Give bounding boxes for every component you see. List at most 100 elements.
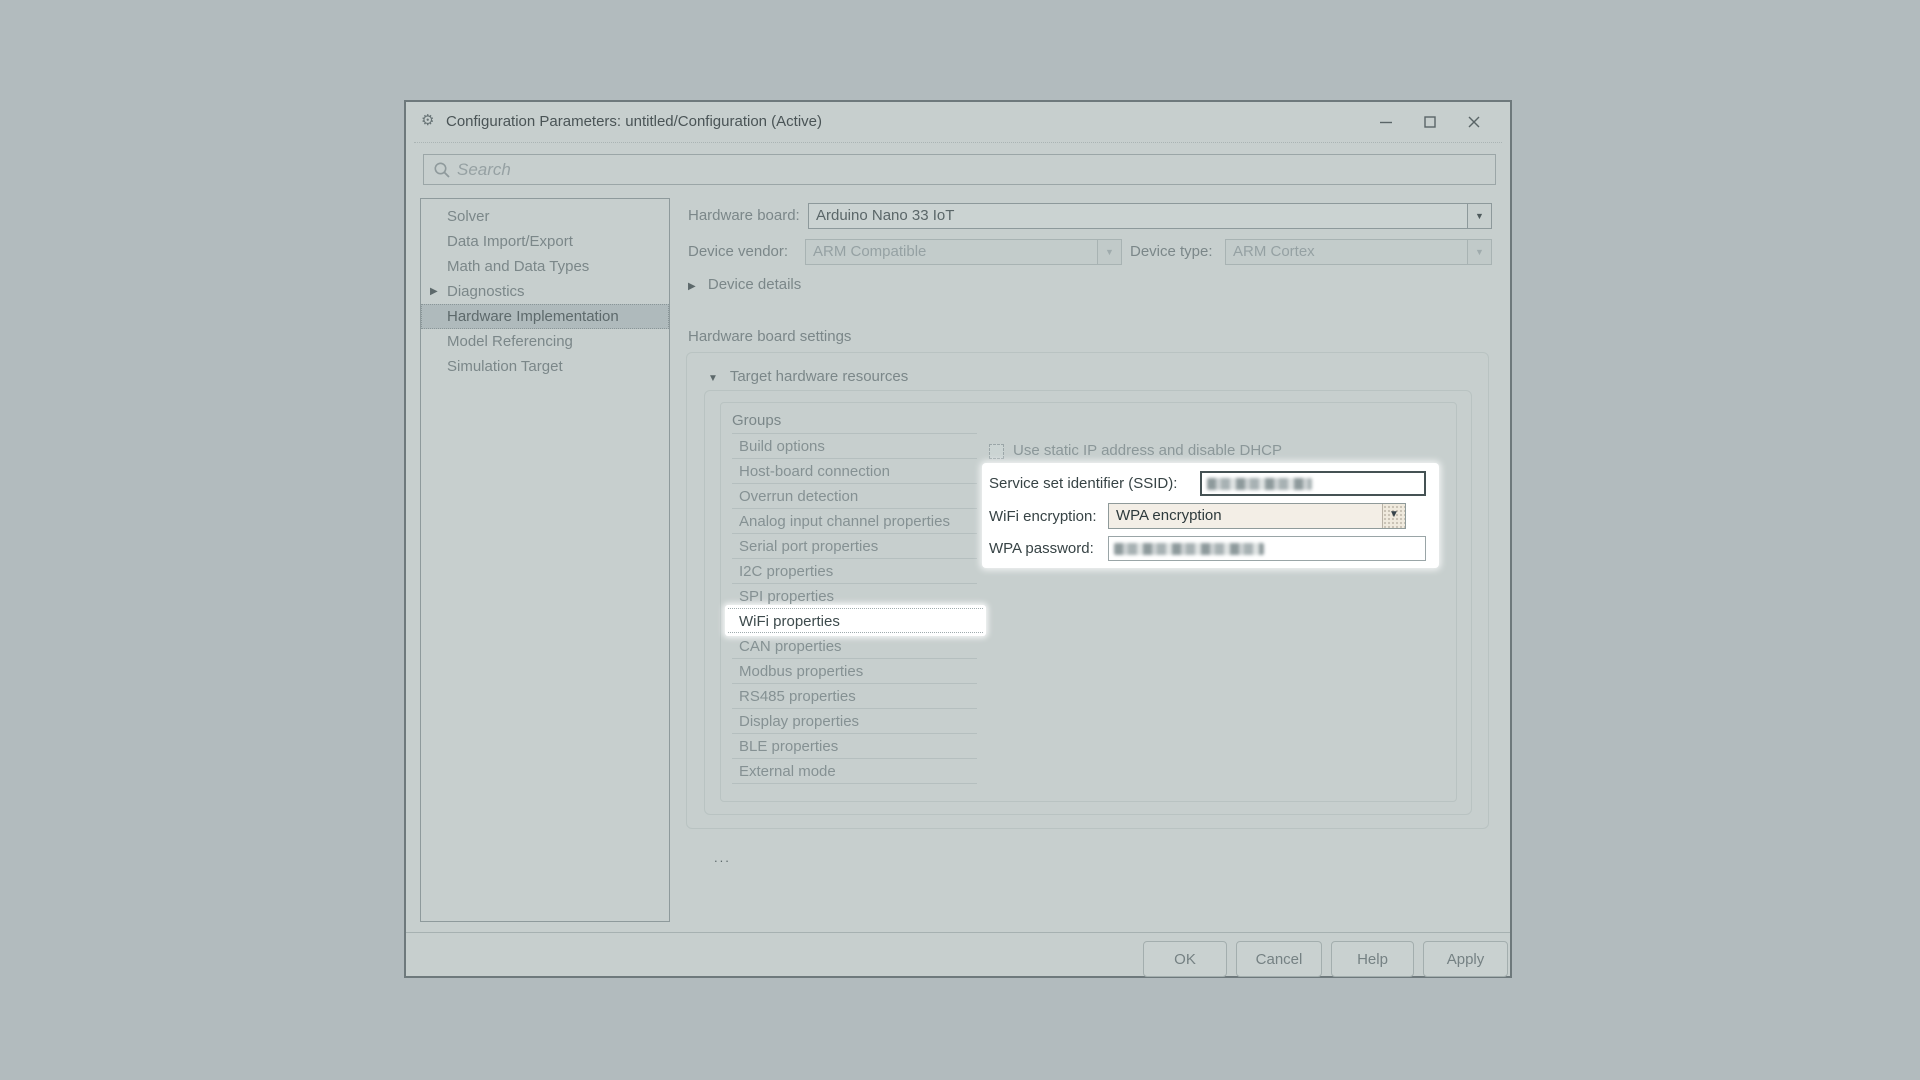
configuration-parameters-dialog: ⚙ Configuration Parameters: untitled/Con… bbox=[404, 100, 1512, 978]
group-item-label: Display properties bbox=[739, 713, 859, 730]
target-hardware-resources-expander[interactable]: Target hardware resources bbox=[708, 365, 908, 389]
window-controls bbox=[1364, 108, 1496, 136]
hardware-board-dropdown[interactable]: Arduino Nano 33 IoT bbox=[808, 203, 1492, 229]
group-item-rs485-properties[interactable]: RS485 properties bbox=[732, 683, 977, 708]
wifi-encryption-dropdown[interactable]: WPA encryption bbox=[1108, 503, 1406, 529]
ok-button[interactable]: OK bbox=[1143, 941, 1227, 977]
dropdown-arrow-icon bbox=[1097, 240, 1121, 264]
group-item-label: Analog input channel properties bbox=[739, 513, 950, 530]
group-item-i2c-properties[interactable]: I2C properties bbox=[732, 558, 977, 583]
group-item-label: Modbus properties bbox=[739, 663, 863, 680]
category-tree: Solver Data Import/Export Math and Data … bbox=[420, 198, 670, 922]
group-item-external-mode[interactable]: External mode bbox=[732, 758, 977, 783]
group-item-can-properties[interactable]: CAN properties bbox=[732, 633, 977, 658]
sidebar-item-solver[interactable]: Solver bbox=[421, 204, 669, 229]
group-item-label: Serial port properties bbox=[739, 538, 878, 555]
group-item-host-board-connection[interactable]: Host-board connection bbox=[732, 458, 977, 483]
window-title: Configuration Parameters: untitled/Confi… bbox=[446, 113, 822, 130]
sidebar-item-math-and-data-types[interactable]: Math and Data Types bbox=[421, 254, 669, 279]
minimize-icon bbox=[1379, 115, 1393, 129]
device-vendor-dropdown: ARM Compatible bbox=[805, 239, 1122, 265]
group-item-build-options[interactable]: Build options bbox=[732, 433, 977, 458]
sidebar-item-label: Simulation Target bbox=[447, 358, 563, 375]
group-item-serial-port-properties[interactable]: Serial port properties bbox=[732, 533, 977, 558]
group-item-label: RS485 properties bbox=[739, 688, 856, 705]
group-item-ble-properties[interactable]: BLE properties bbox=[732, 733, 977, 758]
device-details-label: Device details bbox=[708, 276, 801, 293]
groups-list: Build options Host-board connection Over… bbox=[732, 433, 977, 784]
group-item-analog-input-channel-properties[interactable]: Analog input channel properties bbox=[732, 508, 977, 533]
group-item-overrun-detection[interactable]: Overrun detection bbox=[732, 483, 977, 508]
close-button[interactable] bbox=[1452, 108, 1496, 136]
device-vendor-value: ARM Compatible bbox=[813, 243, 926, 260]
ssid-input[interactable] bbox=[1200, 471, 1426, 496]
button-label: Apply bbox=[1447, 951, 1485, 968]
target-hardware-resources-label: Target hardware resources bbox=[730, 368, 908, 385]
expand-arrow-icon bbox=[430, 279, 438, 304]
static-ip-label: Use static IP address and disable DHCP bbox=[1013, 438, 1282, 464]
hardware-board-value: Arduino Nano 33 IoT bbox=[816, 207, 954, 224]
help-button[interactable]: Help bbox=[1331, 941, 1414, 977]
maximize-button[interactable] bbox=[1408, 108, 1452, 136]
titlebar[interactable]: ⚙ Configuration Parameters: untitled/Con… bbox=[406, 102, 1510, 142]
group-item-label: CAN properties bbox=[739, 638, 842, 655]
device-vendor-label: Device vendor: bbox=[688, 239, 788, 265]
sidebar-item-hardware-implementation[interactable]: Hardware Implementation bbox=[421, 304, 669, 329]
ssid-label: Service set identifier (SSID): bbox=[989, 471, 1177, 496]
wpa-password-redacted-value bbox=[1114, 543, 1264, 555]
maximize-icon bbox=[1423, 115, 1437, 129]
group-item-display-properties[interactable]: Display properties bbox=[732, 708, 977, 733]
sidebar-item-label: Hardware Implementation bbox=[447, 308, 619, 325]
search-box bbox=[423, 154, 1496, 185]
sidebar-item-label: Math and Data Types bbox=[447, 258, 589, 275]
search-input[interactable] bbox=[457, 160, 1495, 180]
apply-button[interactable]: Apply bbox=[1423, 941, 1508, 977]
static-ip-checkbox[interactable] bbox=[989, 444, 1004, 459]
device-type-value: ARM Cortex bbox=[1233, 243, 1315, 260]
sidebar-item-diagnostics[interactable]: Diagnostics bbox=[421, 279, 669, 304]
sidebar-item-label: Solver bbox=[447, 208, 490, 225]
sidebar-item-label: Diagnostics bbox=[447, 283, 525, 300]
hardware-board-settings-heading: Hardware board settings bbox=[688, 325, 851, 349]
minimize-button[interactable] bbox=[1364, 108, 1408, 136]
more-indicator: ... bbox=[714, 850, 731, 865]
sidebar-item-data-import-export[interactable]: Data Import/Export bbox=[421, 229, 669, 254]
dropdown-arrow-icon[interactable] bbox=[1382, 504, 1405, 528]
device-type-dropdown: ARM Cortex bbox=[1225, 239, 1492, 265]
ssid-redacted-value bbox=[1207, 478, 1312, 490]
sidebar-item-label: Model Referencing bbox=[447, 333, 573, 350]
footer-divider bbox=[406, 932, 1510, 933]
sidebar-item-model-referencing[interactable]: Model Referencing bbox=[421, 329, 669, 354]
device-type-label: Device type: bbox=[1130, 239, 1213, 265]
titlebar-divider bbox=[414, 142, 1502, 143]
collapsed-arrow-icon bbox=[688, 281, 696, 292]
cancel-button[interactable]: Cancel bbox=[1236, 941, 1322, 977]
button-label: Cancel bbox=[1256, 951, 1303, 968]
button-label: OK bbox=[1174, 951, 1196, 968]
sidebar-item-simulation-target[interactable]: Simulation Target bbox=[421, 354, 669, 379]
wifi-encryption-label: WiFi encryption: bbox=[989, 504, 1097, 529]
sidebar-item-label: Data Import/Export bbox=[447, 233, 573, 250]
dropdown-arrow-icon bbox=[1467, 240, 1491, 264]
group-item-label: Overrun detection bbox=[739, 488, 858, 505]
groups-heading: Groups bbox=[732, 409, 781, 433]
group-item-label: Host-board connection bbox=[739, 463, 890, 480]
group-item-label: Build options bbox=[739, 438, 825, 455]
button-label: Help bbox=[1357, 951, 1388, 968]
device-details-expander[interactable]: Device details bbox=[688, 273, 801, 297]
group-item-label: WiFi properties bbox=[739, 613, 840, 630]
search-icon bbox=[433, 161, 451, 179]
group-item-modbus-properties[interactable]: Modbus properties bbox=[732, 658, 977, 683]
dropdown-arrow-icon[interactable] bbox=[1467, 204, 1491, 228]
wpa-password-label: WPA password: bbox=[989, 536, 1094, 561]
group-item-label: SPI properties bbox=[739, 588, 834, 605]
group-item-wifi-properties[interactable]: WiFi properties bbox=[732, 608, 977, 633]
group-item-label: I2C properties bbox=[739, 563, 833, 580]
close-icon bbox=[1467, 115, 1481, 129]
wifi-encryption-value: WPA encryption bbox=[1116, 507, 1222, 524]
group-item-label: External mode bbox=[739, 763, 836, 780]
gear-icon: ⚙ bbox=[421, 113, 434, 129]
wpa-password-input[interactable] bbox=[1108, 536, 1426, 561]
hardware-board-label: Hardware board: bbox=[688, 203, 800, 229]
expanded-arrow-icon bbox=[708, 373, 718, 384]
